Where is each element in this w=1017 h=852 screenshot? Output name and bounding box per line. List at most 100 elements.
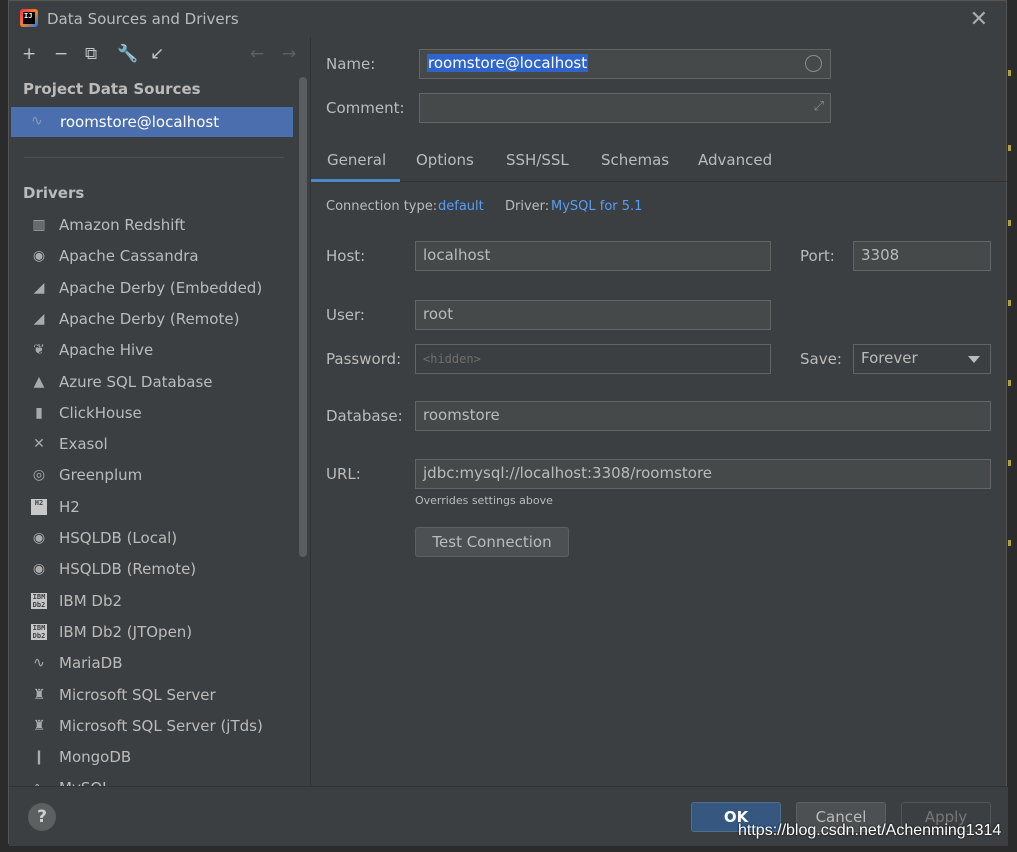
background-marker [1008, 460, 1011, 466]
left-panel: + − ⧉ 🔧 ↙ ← → Project Data Sources ∿ roo… [10, 37, 310, 786]
color-circle-icon[interactable] [805, 55, 822, 72]
url-input[interactable]: jdbc:mysql://localhost:3308/roomstore [415, 459, 991, 489]
user-input[interactable]: root [415, 300, 771, 330]
driver-icon: H2 [31, 498, 47, 515]
driver-icon: ▥ [32, 217, 46, 233]
comment-field[interactable]: ⤢ [419, 93, 831, 123]
driver-icon: IBM Db2 [31, 623, 47, 640]
remove-icon[interactable]: − [54, 44, 68, 64]
driver-icon: ♜ [32, 717, 46, 734]
driver-item[interactable]: ◎ Greenplum [10, 461, 300, 491]
driver-icon: ◢ [33, 279, 45, 296]
driver-item[interactable]: ❙ MongoDB [10, 743, 300, 773]
comment-label: Comment: [326, 99, 405, 117]
driver-icon: ◉ [32, 561, 46, 578]
title-bar: IJ Data Sources and Drivers ✕ [9, 1, 1006, 37]
help-icon[interactable]: ? [28, 803, 56, 831]
tab-general[interactable]: General [327, 151, 386, 169]
driver-icon: ◎ [32, 467, 46, 484]
watermark: https://blog.csdn.net/Achenming1314 [738, 822, 1002, 839]
add-icon[interactable]: + [22, 44, 36, 64]
driver-icon: ◉ [32, 530, 46, 546]
data-source-item-roomstore[interactable]: ∿ roomstore@localhost [11, 107, 293, 137]
tab-advanced[interactable]: Advanced [698, 151, 772, 169]
connection-type-link[interactable]: default [438, 199, 484, 214]
copy-icon[interactable]: ⧉ [85, 44, 97, 64]
password-label: Password: [326, 350, 402, 368]
url-hint: Overrides settings above [415, 494, 553, 507]
driver-item[interactable]: ❦ Apache Hive [10, 336, 300, 366]
port-label: Port: [800, 247, 835, 265]
tab-schemas[interactable]: Schemas [601, 151, 669, 169]
divider [24, 157, 284, 158]
driver-label: Amazon Redshift [59, 216, 186, 234]
driver-item[interactable]: ✕ Exasol [10, 430, 300, 460]
driver-item[interactable]: IBM Db2 IBM Db2 (JTOpen) [10, 618, 300, 648]
driver-item[interactable]: ∿ MySQL [10, 774, 300, 786]
driver-label: MongoDB [59, 748, 132, 767]
name-field[interactable]: roomstore@localhost [419, 49, 831, 79]
chevron-down-icon [968, 356, 980, 363]
driver-label: MySQL [59, 779, 111, 786]
driver-item[interactable]: ∿ MariaDB [10, 649, 300, 679]
database-input[interactable]: roomstore [415, 401, 991, 431]
project-data-sources-heading: Project Data Sources [23, 80, 201, 98]
driver-item[interactable]: ◢ Apache Derby (Embedded) [10, 274, 300, 304]
driver-item[interactable]: ◢ Apache Derby (Remote) [10, 305, 300, 335]
close-icon[interactable]: ✕ [970, 7, 988, 32]
driver-link[interactable]: MySQL for 5.1 [551, 199, 642, 214]
driver-icon: ◉ [32, 248, 46, 265]
background-marker [1008, 70, 1011, 76]
toolbar: + − ⧉ 🔧 ↙ ← → [10, 37, 310, 69]
driver-label: Exasol [59, 435, 108, 454]
driver-label: MariaDB [59, 654, 123, 673]
driver-label: Apache Hive [59, 341, 154, 360]
driver-label: Apache Derby (Remote) [59, 309, 240, 328]
save-label: Save: [800, 350, 842, 368]
driver-label: Azure SQL Database [59, 372, 213, 391]
driver-icon: ✕ [33, 436, 45, 453]
import-icon[interactable]: ↙ [150, 44, 164, 64]
driver-label: Driver: [505, 199, 550, 214]
forward-arrow-icon[interactable]: → [282, 44, 296, 64]
driver-label: HSQLDB (Local) [59, 529, 178, 547]
driver-item[interactable]: ♜ Microsoft SQL Server [10, 681, 300, 711]
port-input[interactable]: 3308 [853, 241, 991, 271]
driver-icon: ▮ [35, 404, 43, 421]
driver-item[interactable]: ◉ Apache Cassandra [10, 242, 300, 272]
driver-icon: ◢ [33, 310, 45, 327]
background-marker [1008, 145, 1011, 151]
back-arrow-icon[interactable]: ← [250, 44, 264, 64]
expand-icon[interactable]: ⤢ [814, 99, 824, 114]
driver-label: H2 [59, 497, 80, 516]
driver-icon: ▲ [33, 373, 45, 390]
background-marker [1008, 380, 1011, 386]
driver-item[interactable]: ◉ HSQLDB (Remote) [10, 555, 300, 585]
test-connection-button[interactable]: Test Connection [415, 527, 569, 557]
user-label: User: [326, 306, 365, 324]
left-scrollbar[interactable] [299, 77, 307, 557]
driver-icon: ❦ [33, 342, 45, 359]
drivers-heading: Drivers [23, 184, 85, 202]
driver-item[interactable]: H2 H2 [10, 493, 300, 523]
data-source-label: roomstore@localhost [60, 113, 220, 131]
tab-ssh-ssl[interactable]: SSH/SSL [506, 151, 569, 169]
driver-icon: ❙ [33, 749, 45, 766]
driver-icon: IBM Db2 [31, 592, 47, 609]
tab-options[interactable]: Options [416, 151, 474, 169]
driver-item[interactable]: ♜ Microsoft SQL Server (jTds) [10, 712, 300, 742]
driver-item[interactable]: ▥ Amazon Redshift [10, 211, 300, 241]
host-input[interactable]: localhost [415, 241, 771, 271]
driver-icon: ∿ [33, 655, 45, 672]
save-dropdown[interactable]: Forever [853, 344, 991, 374]
mysql-dolphin-icon: ∿ [31, 113, 43, 129]
driver-item[interactable]: ▮ ClickHouse [10, 399, 300, 429]
driver-item[interactable]: ▲ Azure SQL Database [10, 368, 300, 398]
driver-label: IBM Db2 (JTOpen) [59, 622, 193, 641]
driver-item[interactable]: ◉ HSQLDB (Local) [10, 524, 300, 554]
driver-label: Apache Cassandra [59, 247, 199, 266]
driver-label: Greenplum [59, 466, 143, 485]
wrench-icon[interactable]: 🔧 [117, 44, 138, 64]
driver-item[interactable]: IBM Db2 IBM Db2 [10, 587, 300, 617]
password-input[interactable]: <hidden> [415, 344, 771, 374]
